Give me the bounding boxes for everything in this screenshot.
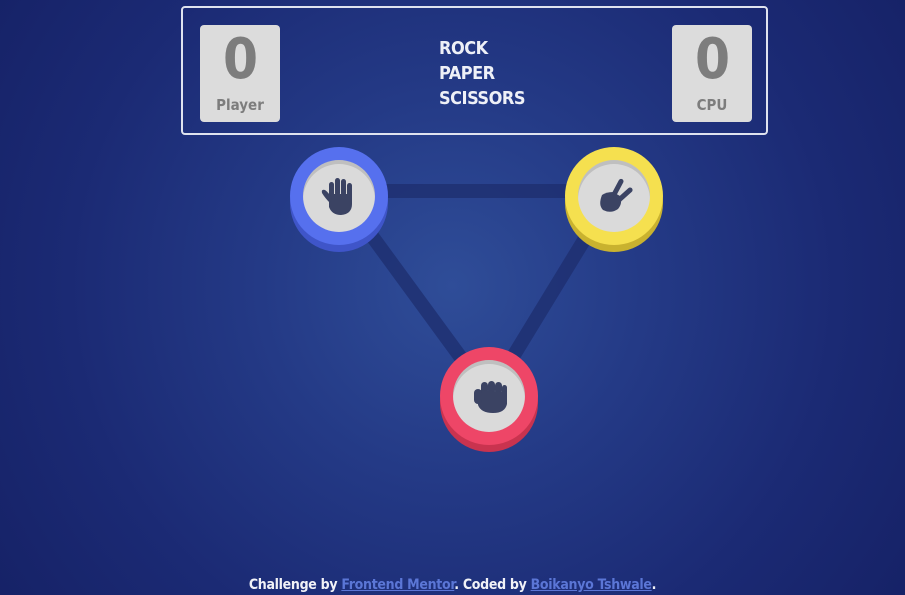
footer-suffix: . [651, 577, 657, 593]
paper-choice-face [303, 160, 375, 232]
scissors-choice-face [578, 160, 650, 232]
rock-choice-button[interactable] [440, 347, 538, 445]
hand-paper-icon [321, 178, 352, 215]
hand-scissors-icon [600, 178, 633, 212]
scissors-choice-button[interactable] [565, 147, 663, 245]
author-link[interactable]: Boikanyo Tshwale [531, 577, 652, 593]
rock-choice-face [453, 360, 525, 432]
triangle-background [332, 184, 621, 403]
footer-middle: . Coded by [454, 577, 531, 593]
hand-rock-icon [474, 381, 507, 413]
footer-attribution: Challenge by Frontend Mentor. Coded by B… [0, 576, 905, 595]
frontend-mentor-link[interactable]: Frontend Mentor [341, 577, 454, 593]
paper-choice-button[interactable] [290, 147, 388, 245]
footer-prefix: Challenge by [248, 577, 342, 593]
